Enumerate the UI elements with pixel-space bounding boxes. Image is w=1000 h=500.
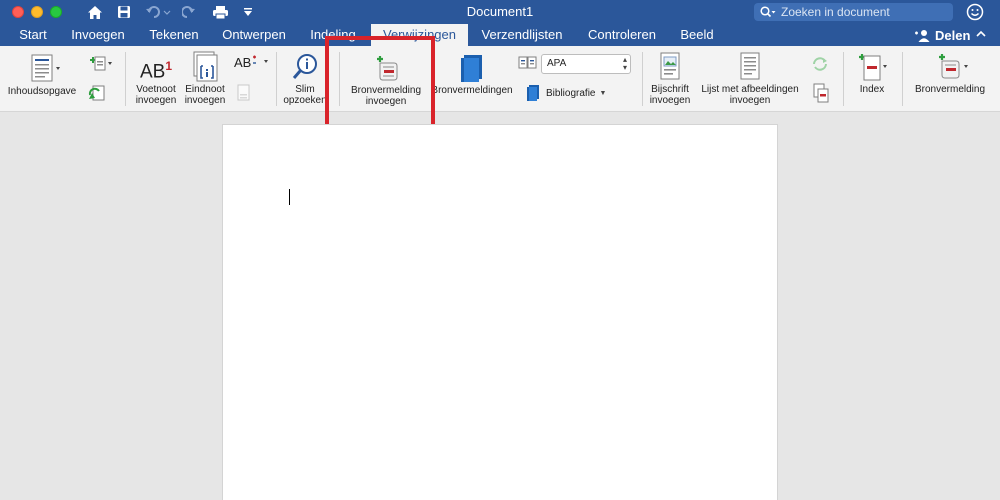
share-button[interactable]: Delen bbox=[914, 24, 970, 46]
close-window-button[interactable] bbox=[12, 6, 24, 18]
index-button[interactable]: Index bbox=[848, 46, 896, 95]
redo-icon[interactable] bbox=[180, 2, 198, 22]
ribbon-separator bbox=[902, 52, 903, 106]
undo-icon[interactable] bbox=[144, 2, 172, 22]
table-of-contents-button[interactable]: Inhoudsopgave bbox=[4, 46, 80, 97]
ribbon-separator bbox=[642, 52, 643, 106]
citation-style-value: APA bbox=[547, 58, 567, 69]
citation-style-select[interactable]: APA ▴ ▾ bbox=[541, 54, 631, 74]
dropdown-arrow-icon: ▼ bbox=[599, 89, 607, 97]
footnote-label-2: invoegen bbox=[135, 95, 177, 106]
add-person-icon bbox=[915, 29, 930, 42]
endnote-icon bbox=[193, 51, 218, 82]
table-of-figures-icon bbox=[740, 52, 760, 80]
smart-lookup-button[interactable]: Slim opzoeken bbox=[280, 46, 330, 106]
ribbon-tabs: Start Invoegen Tekenen Ontwerpen Indelin… bbox=[0, 24, 1000, 46]
bibliography-button[interactable]: Bibliografie ▼ bbox=[524, 84, 606, 102]
footnote-icon-text: AB bbox=[139, 61, 166, 83]
insert-table-of-figures-button[interactable]: Lijst met afbeeldingen invoegen bbox=[695, 46, 805, 106]
customize-toolbar-icon[interactable] bbox=[241, 2, 255, 22]
feedback-smiley-icon[interactable] bbox=[966, 3, 984, 26]
ribbon-separator bbox=[843, 52, 844, 106]
tab-beeld[interactable]: Beeld bbox=[674, 24, 720, 46]
tab-ontwerpen[interactable]: Ontwerpen bbox=[215, 24, 293, 46]
home-icon[interactable] bbox=[86, 2, 104, 22]
bibliography-icon bbox=[527, 85, 539, 101]
search-box[interactable] bbox=[754, 3, 953, 21]
table-of-figures-label-1: Lijst met afbeeldingen bbox=[701, 84, 799, 95]
minimize-window-button[interactable] bbox=[31, 6, 43, 18]
tab-controleren[interactable]: Controleren bbox=[581, 24, 663, 46]
footnote-label-1: Voetnoot bbox=[136, 84, 176, 95]
update-table-of-figures-icon[interactable] bbox=[811, 56, 829, 77]
insert-index-icon bbox=[859, 54, 887, 81]
ribbon-separator bbox=[125, 52, 126, 106]
table-of-contents-icon bbox=[31, 54, 60, 82]
cross-reference-icon[interactable] bbox=[812, 83, 830, 108]
tab-tekenen[interactable]: Tekenen bbox=[142, 24, 206, 46]
highlight-box bbox=[325, 36, 435, 128]
add-text-icon[interactable] bbox=[86, 54, 114, 77]
insert-footnote-button[interactable]: AB1 Voetnoot invoegen bbox=[131, 46, 181, 106]
print-icon[interactable] bbox=[210, 2, 230, 22]
next-footnote-icon-text: AB bbox=[234, 55, 252, 70]
text-cursor bbox=[289, 189, 290, 205]
caption-label-2: invoegen bbox=[649, 95, 691, 106]
endnote-label-1: Eindnoot bbox=[185, 84, 225, 95]
collapse-ribbon-icon[interactable] bbox=[974, 27, 988, 46]
table-of-figures-label-2: invoegen bbox=[729, 95, 771, 106]
ribbon: Inhoudsopgave AB1 Voetnoot invoegen Eind… bbox=[0, 46, 1000, 112]
select-arrows-icon: ▴ ▾ bbox=[622, 55, 627, 72]
save-icon[interactable] bbox=[115, 2, 133, 22]
endnote-label-2: invoegen bbox=[184, 95, 226, 106]
caption-label-1: Bijschrift bbox=[651, 84, 689, 95]
smart-lookup-label-2: opzoeken bbox=[283, 95, 327, 106]
next-footnote-button[interactable]: AB bbox=[234, 55, 274, 70]
footnote-icon: AB1 bbox=[131, 46, 181, 84]
next-footnote-icon bbox=[253, 55, 269, 64]
manage-sources-icon[interactable] bbox=[518, 55, 538, 76]
tab-invoegen[interactable]: Invoegen bbox=[64, 24, 132, 46]
share-label: Delen bbox=[935, 27, 971, 43]
table-of-authorities-label: Bronvermelding bbox=[914, 84, 986, 95]
update-table-icon[interactable] bbox=[86, 84, 108, 107]
citations-icon bbox=[461, 55, 482, 82]
insert-caption-icon bbox=[660, 52, 680, 80]
citations-button[interactable]: Bronvermeldingen bbox=[428, 46, 516, 96]
document-page[interactable] bbox=[222, 124, 778, 500]
tab-start[interactable]: Start bbox=[8, 24, 58, 46]
zoom-window-button[interactable] bbox=[50, 6, 62, 18]
smart-lookup-icon bbox=[292, 54, 317, 79]
citations-label: Bronvermeldingen bbox=[431, 85, 513, 96]
bibliography-label: Bibliografie bbox=[546, 87, 596, 99]
table-of-authorities-button[interactable]: Bronvermelding bbox=[906, 46, 994, 95]
tab-verzendlijsten[interactable]: Verzendlijsten bbox=[475, 24, 569, 46]
footnote-icon-sup: 1 bbox=[165, 59, 173, 73]
search-input[interactable] bbox=[781, 5, 951, 19]
show-notes-icon[interactable] bbox=[237, 84, 251, 107]
ribbon-separator bbox=[276, 52, 277, 106]
title-bar: Document1 bbox=[0, 0, 1000, 24]
index-label: Index bbox=[859, 84, 885, 95]
smart-lookup-label-1: Slim bbox=[295, 84, 315, 95]
insert-endnote-button[interactable]: Eindnoot invoegen bbox=[180, 46, 230, 106]
search-icon bbox=[760, 6, 776, 18]
mark-citation-icon bbox=[939, 54, 968, 79]
insert-caption-button[interactable]: Bijschrift invoegen bbox=[645, 46, 695, 106]
toc-label: Inhoudsopgave bbox=[7, 86, 77, 97]
